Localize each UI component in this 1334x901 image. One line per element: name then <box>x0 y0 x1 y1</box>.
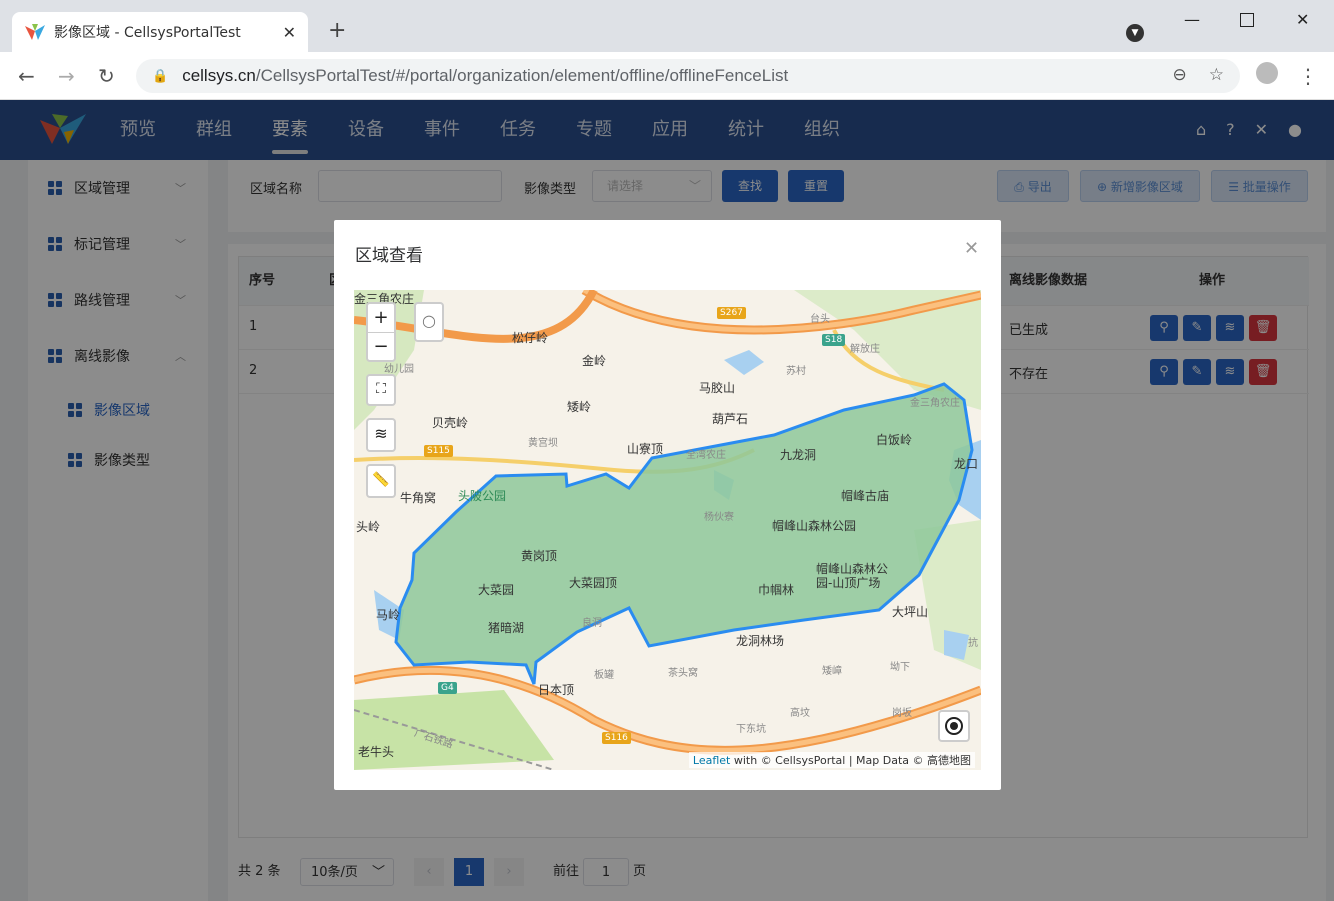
map-label: 老牛头 <box>358 745 395 759</box>
locate-me-button[interactable] <box>938 710 970 742</box>
map-label: 良洞 <box>582 618 602 629</box>
area-view-dialog: 区域查看 ✕ 金三角农庄 松仔岭 金岭 台头 解放庄 苏村 马胶山 矮岭 葫芦石… <box>334 220 1001 790</box>
map-label: 大菜园 <box>478 583 515 597</box>
map-label: 下东坑 <box>736 724 766 735</box>
lock-icon: 🔒 <box>152 68 169 84</box>
map-label: 葫芦石 <box>712 412 749 426</box>
road-shield: S115 <box>424 445 453 457</box>
map-label: 马岭 <box>376 608 401 622</box>
map-label: 高坟 <box>790 708 810 719</box>
map-label: 苏村 <box>786 366 806 377</box>
app-favicon-icon <box>25 24 45 40</box>
map-canvas <box>354 290 981 770</box>
map-label: 岗坂 <box>892 708 912 719</box>
target-icon <box>945 717 963 735</box>
map-label: 抗 <box>968 638 978 649</box>
attribution-text: with © CellsysPortal | Map Data © 高德地图 <box>730 754 971 767</box>
map-label: 九龙洞 <box>780 448 817 462</box>
map-label: 龙口 <box>954 457 979 471</box>
map-label: 板罐 <box>594 670 614 681</box>
map-label: 巾帼林 <box>758 583 795 597</box>
fullscreen-icon[interactable]: ⛶ <box>366 374 396 406</box>
map-label: 矮岭 <box>567 400 592 414</box>
map-label: 幼儿园 <box>384 364 414 375</box>
map-label: 牛角窝 <box>400 491 437 505</box>
zoom-icon[interactable]: ⊖ <box>1173 65 1187 85</box>
map-label: 山寮顶 <box>627 442 664 456</box>
url-path: /CellsysPortalTest/#/portal/organization… <box>255 66 789 85</box>
map-label: 帽峰山森林公园-山顶广场 <box>816 562 889 590</box>
map-label: 大菜园顶 <box>569 576 618 590</box>
url-field[interactable]: 🔒 cellsys.cn/CellsysPortalTest/#/portal/… <box>136 59 1240 93</box>
ruler-icon[interactable]: 📏 <box>366 464 396 498</box>
map-label: 大坪山 <box>892 605 929 619</box>
road-shield: S267 <box>717 307 746 319</box>
url-domain: cellsys.cn <box>182 66 256 85</box>
dialog-close-icon[interactable]: ✕ <box>964 238 979 259</box>
map-label: 金岭 <box>582 354 607 368</box>
browser-tabstrip: 影像区域 - CellsysPortalTest ✕ + ▼ — ✕ <box>0 0 1334 52</box>
window-close-icon[interactable]: ✕ <box>1296 10 1309 29</box>
map-label: 马胶山 <box>699 381 736 395</box>
maximize-icon[interactable] <box>1240 13 1254 27</box>
road-shield: S116 <box>602 732 631 744</box>
zoom-control: + − <box>366 302 396 362</box>
map-label: 台头 <box>810 314 830 325</box>
bookmark-star-icon[interactable]: ☆ <box>1209 65 1224 85</box>
map-label: 猪暗湖 <box>488 621 525 635</box>
map-label: 茶头窝 <box>668 668 698 679</box>
browser-menu-icon[interactable]: ⋮ <box>1298 64 1318 88</box>
tab-title: 影像区域 - CellsysPortalTest <box>54 25 241 41</box>
map-search-icon[interactable]: ○ <box>414 302 444 342</box>
map-view[interactable]: 金三角农庄 松仔岭 金岭 台头 解放庄 苏村 马胶山 矮岭 葫芦石 贝壳岭 黄宫… <box>354 290 981 770</box>
map-label: 帽峰古庙 <box>841 489 890 503</box>
map-label: 头陂公园 <box>458 489 507 503</box>
zoom-in-button[interactable]: + <box>368 304 394 333</box>
map-attribution: Leaflet with © CellsysPortal | Map Data … <box>688 752 975 768</box>
zoom-out-button[interactable]: − <box>368 333 394 361</box>
tab-close-icon[interactable]: ✕ <box>283 23 296 42</box>
browser-tab[interactable]: 影像区域 - CellsysPortalTest ✕ <box>12 12 308 52</box>
forward-icon[interactable]: → <box>58 64 75 88</box>
map-label: 坳下 <box>890 662 910 673</box>
map-label: 白饭岭 <box>876 433 913 447</box>
new-tab-icon[interactable]: + <box>328 18 346 43</box>
map-label: 黄岗顶 <box>521 549 558 563</box>
map-label: 黄宫坝 <box>528 438 558 449</box>
map-label: 贝壳岭 <box>432 416 469 430</box>
map-label: 杨伙寮 <box>704 512 734 523</box>
map-label: 龙洞林场 <box>736 634 785 648</box>
map-label: 全湾农庄 <box>686 450 726 461</box>
leaflet-link[interactable]: Leaflet <box>693 754 730 767</box>
back-icon[interactable]: ← <box>18 64 35 88</box>
profile-avatar-icon[interactable] <box>1256 62 1278 84</box>
map-label: 日本顶 <box>538 683 575 697</box>
minimize-icon[interactable]: — <box>1184 10 1200 29</box>
map-label: 帽峰山森林公园 <box>772 519 857 533</box>
map-label: 松仔岭 <box>512 331 549 345</box>
map-label: 金三角农庄 <box>910 398 960 409</box>
address-bar-row: ← → ↻ 🔒 cellsys.cn/CellsysPortalTest/#/p… <box>0 52 1334 100</box>
chrome-profile-indicator-icon[interactable]: ▼ <box>1126 24 1144 42</box>
map-label: 头岭 <box>356 520 381 534</box>
layers-icon[interactable]: ≋ <box>366 418 396 452</box>
road-shield: G4 <box>438 682 457 694</box>
dialog-title: 区域查看 <box>355 246 423 266</box>
road-shield: S18 <box>822 334 846 346</box>
map-label: 矮嶂 <box>822 666 842 677</box>
map-label: 解放庄 <box>850 344 880 355</box>
reload-icon[interactable]: ↻ <box>98 64 115 88</box>
